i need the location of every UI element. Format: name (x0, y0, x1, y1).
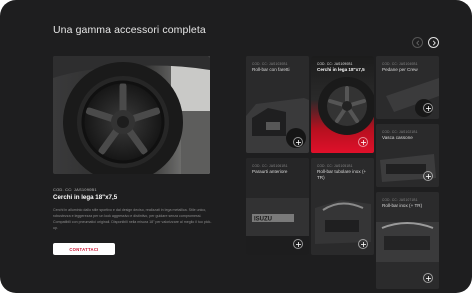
tile-title: Roll-bar tubolare inox (+ TR) (317, 169, 367, 180)
accessory-tile-cerchi-lega[interactable]: COD. CC: JAS1090B1 Cerchi in lega 18"x7,… (311, 56, 374, 153)
accessory-tile-vasca-cassone[interactable]: COD. CC: JAS1021B1 Vasca cassone (376, 124, 439, 187)
product-title: Cerchi in lega 18"x7,5 (53, 194, 118, 201)
chevron-left-icon (415, 39, 419, 46)
tile-code: COD. CC: JAS1090B1 (317, 62, 353, 66)
accessory-tile-paraurti-anteriore[interactable]: ISUZU COD. CC: JAS1061B1 Paraurti anteri… (246, 158, 309, 255)
contact-button[interactable]: CONTATTACI (53, 243, 115, 255)
tile-code: COD. CC: JAS1071B1 (382, 198, 418, 202)
tile-title: Cerchi in lega 18"x7,5 (317, 67, 365, 72)
plus-icon (423, 273, 433, 283)
accessory-tile-roll-bar-inox[interactable]: COD. CC: JAS1071B1 Roll-bar inox (+ TR) (376, 192, 439, 289)
tile-code: COD. CC: JAS1051B1 (317, 164, 353, 168)
accessory-tile-roll-bar-tubolare[interactable]: COD. CC: JAS1051B1 Roll-bar tubolare ino… (311, 158, 374, 255)
tile-code: COD. CC: JAS1040B1 (382, 62, 418, 66)
product-description: Cerchi in alluminio dallo stile sportivo… (53, 208, 212, 230)
accessory-tile-roll-bar-faretti[interactable]: COD. CC: JAS1030B1 Roll-bar con faretti (246, 56, 309, 153)
plus-icon (423, 103, 433, 113)
chevron-right-icon (432, 39, 436, 46)
plus-icon (358, 239, 368, 249)
plus-icon (293, 239, 303, 249)
tile-title: Roll-bar inox (+ TR) (382, 203, 423, 208)
svg-text:ISUZU: ISUZU (254, 217, 272, 223)
carousel-prev-button[interactable] (412, 37, 423, 48)
product-code: COD. CC: JAS1090B1 (53, 187, 97, 192)
product-hero-image (53, 56, 210, 174)
tile-title: Pedane per Crew (382, 67, 418, 72)
tile-code: COD. CC: JAS1030B1 (252, 62, 288, 66)
plus-icon (423, 171, 433, 181)
tile-code: COD. CC: JAS1061B1 (252, 164, 288, 168)
tile-code: COD. CC: JAS1021B1 (382, 130, 418, 134)
plus-icon (358, 137, 368, 147)
tile-title: Vasca cassone (382, 135, 413, 140)
tile-title: Paraurti anteriore (252, 169, 288, 174)
carousel-next-button[interactable] (428, 37, 439, 48)
accessories-section: Una gamma accessori completa COD. CC: JA… (0, 0, 472, 293)
plus-icon (293, 137, 303, 147)
section-title: Una gamma accessori completa (53, 24, 206, 36)
accessory-tile-pedane[interactable]: COD. CC: JAS1040B1 Pedane per Crew (376, 56, 439, 119)
tile-title: Roll-bar con faretti (252, 67, 290, 72)
